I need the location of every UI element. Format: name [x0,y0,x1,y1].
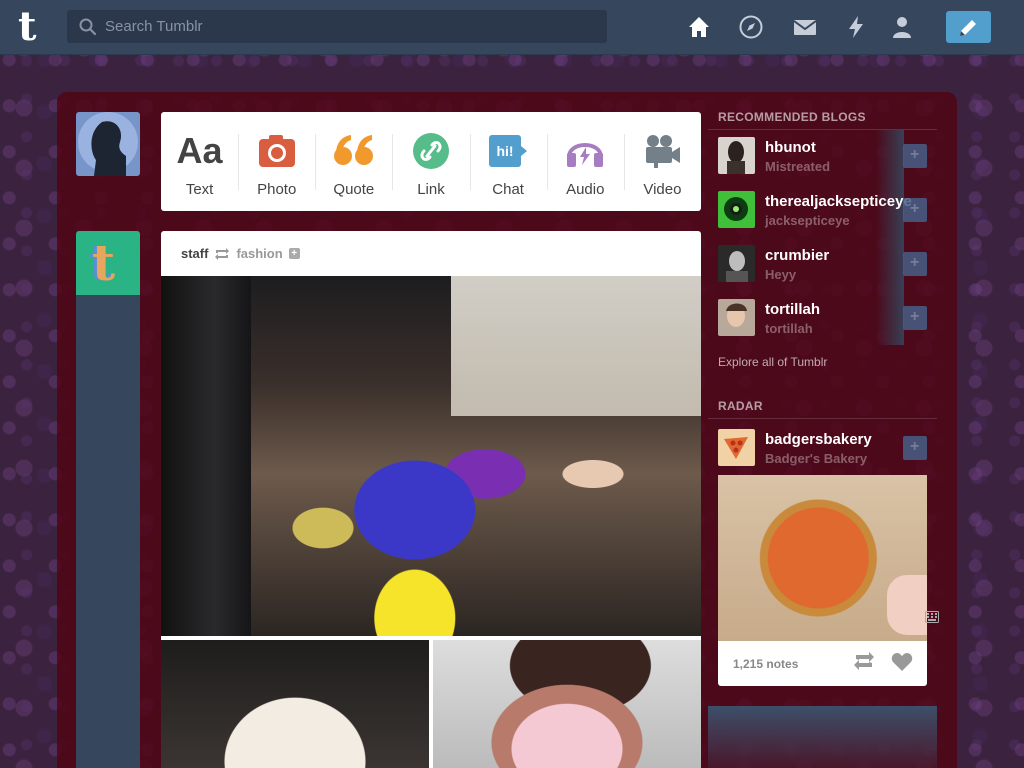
follow-button[interactable] [903,306,927,330]
blog-title: Heyy [765,267,797,282]
text-icon: Aa [176,130,223,171]
post-header: staff fashion + [161,231,701,276]
recommended-blog[interactable]: tortillah tortillah [718,294,927,340]
camera-icon [258,135,295,167]
follow-button[interactable] [903,436,927,460]
explore-icon[interactable] [738,14,764,40]
like-heart-icon[interactable] [891,652,913,672]
recommended-blogs-heading: RECOMMENDED BLOGS [718,110,866,124]
top-navbar: t [0,0,1024,55]
pencil-icon [960,20,976,36]
divider [708,418,937,419]
activity-icon[interactable] [843,14,869,40]
radar-post[interactable]: 1,215 notes [718,475,927,686]
radar-photo[interactable] [718,475,927,641]
post-type-label: Audio [566,181,605,198]
quote-icon [333,135,373,165]
chat-icon: hi! [489,135,528,167]
post-type-photo[interactable]: Photo [238,112,315,211]
post-type-label: Link [417,181,445,198]
notes-count[interactable]: 1,215 notes [733,657,798,671]
inbox-icon[interactable] [792,14,818,40]
search-icon [79,18,97,36]
avatar-silhouette-icon [78,112,138,176]
search-box[interactable] [67,10,607,43]
post-photo-sunglasses[interactable] [433,640,701,768]
blog-title: Badger's Bakery [765,451,868,466]
account-icon[interactable] [889,14,915,40]
blog-avatar[interactable] [718,245,755,282]
post-type-label: Text [185,181,214,198]
post-type-video[interactable]: Video [623,112,701,211]
post-type-label: Quote [333,181,375,198]
post-type-chat[interactable]: hi! Chat [469,112,547,211]
blog-avatar[interactable] [718,191,755,228]
follow-plus-icon[interactable]: + [288,248,300,259]
post-type-selector: Aa Text Photo Quote Link hi! Chat Audio … [161,112,701,211]
recommended-blog[interactable]: hbunot Mistreated [718,132,927,178]
avatar-sticky-rail [76,295,140,768]
blog-title: tortillah [765,321,813,336]
reblog-icon [215,247,230,260]
radar-heading: RADAR [718,399,763,413]
reblog-icon[interactable] [853,651,875,671]
recommended-blog[interactable]: crumbier Heyy [718,240,927,286]
sidebar-bottom-fade [708,706,937,768]
reblogged-from[interactable]: fashion [236,246,282,261]
video-camera-icon [646,135,681,168]
dashboard-post: staff fashion + [161,231,701,768]
post-photo-dog[interactable] [161,640,429,768]
link-icon [412,133,449,169]
compose-button[interactable] [946,11,991,43]
blog-avatar[interactable] [718,429,755,466]
blog-title: Mistreated [765,159,831,174]
svg-text:hi!: hi! [497,143,514,159]
post-type-link[interactable]: Link [392,112,469,211]
post-type-label: Photo [257,181,297,198]
headphones-icon [567,143,604,167]
keyboard-shortcuts-icon[interactable] [925,611,939,623]
staff-logo-icon: t [92,233,116,292]
radar-blog[interactable]: badgersbakery Badger's Bakery [718,424,927,470]
explore-all-link[interactable]: Explore all of Tumblr [718,355,827,369]
blog-avatar[interactable] [718,299,755,336]
blog-title: jacksepticeye [765,213,850,228]
follow-button[interactable] [903,144,927,168]
post-author-avatar[interactable]: t [76,231,140,295]
follow-button[interactable] [903,252,927,276]
follow-button[interactable] [903,198,927,222]
post-type-label: Video [643,181,682,198]
user-avatar[interactable] [76,112,140,176]
post-type-text[interactable]: Aa Text [161,112,238,211]
search-input[interactable] [105,10,600,43]
post-type-label: Chat [492,181,524,198]
home-icon[interactable] [686,14,712,40]
blog-avatar[interactable] [718,137,755,174]
recommended-blog[interactable]: therealjacksepticeye jacksepticeye [718,186,927,232]
post-photo-main[interactable] [161,276,701,636]
post-type-quote[interactable]: Quote [315,112,392,211]
post-author[interactable]: staff [181,246,208,261]
tumblr-logo[interactable]: t [18,7,48,47]
post-type-audio[interactable]: Audio [546,112,624,211]
